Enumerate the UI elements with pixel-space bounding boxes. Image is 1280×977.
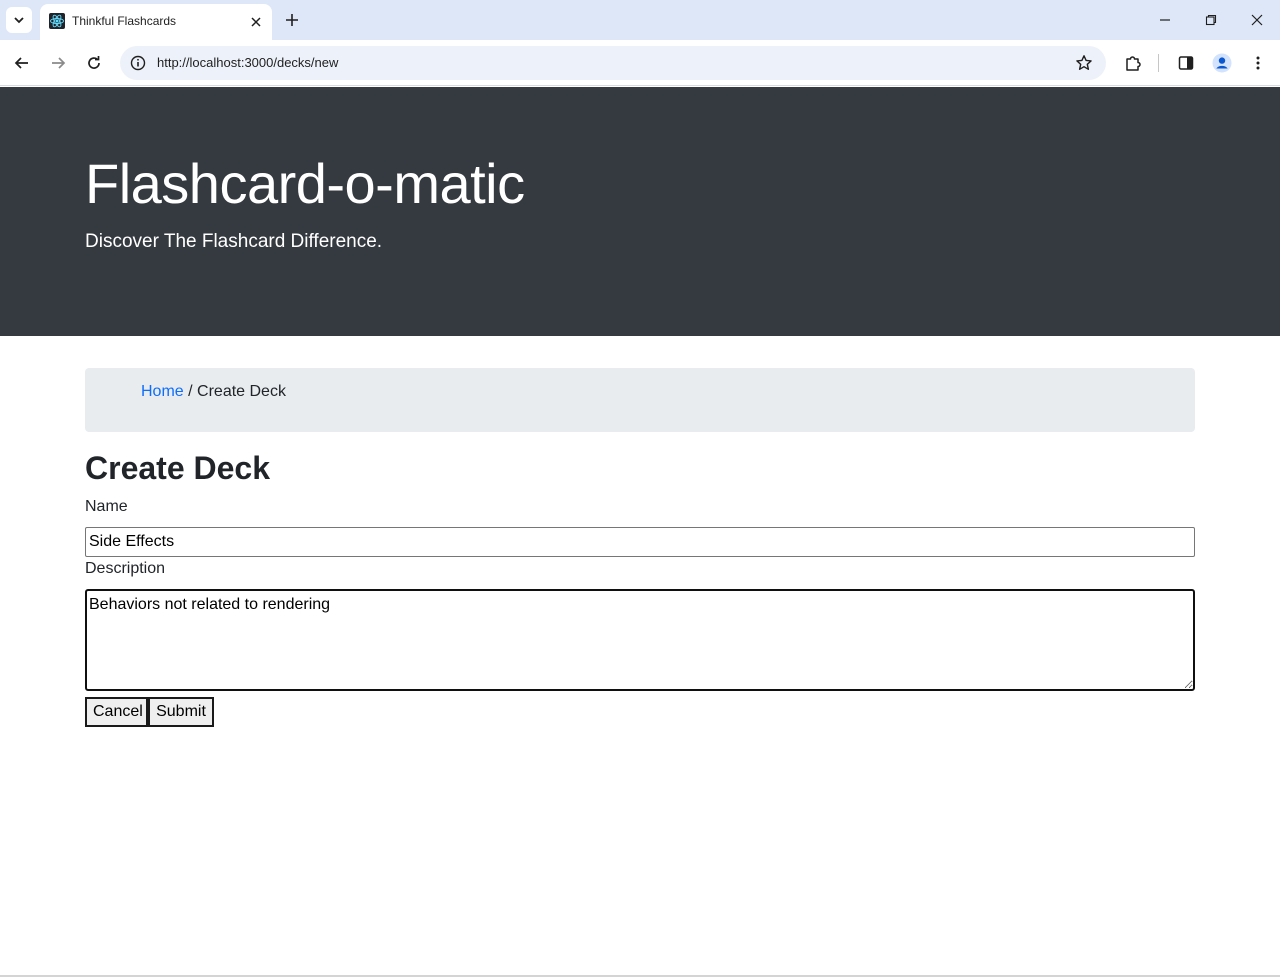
reload-icon: [88, 56, 100, 69]
arrow-right-icon: [52, 57, 66, 69]
description-label: Description: [85, 560, 166, 577]
reload-button[interactable]: [80, 49, 108, 77]
back-button[interactable]: [8, 49, 36, 77]
forward-button[interactable]: [44, 49, 72, 77]
puzzle-icon: [1126, 56, 1141, 71]
browser-tabstrip: Thinkful Flashcards: [0, 0, 1280, 40]
breadcrumb: Home / Create Deck: [85, 368, 1195, 432]
side-panel-button[interactable]: [1172, 49, 1200, 77]
app-title: Flashcard-o-matic: [85, 152, 525, 215]
header-jumbotron: Flashcard-o-matic Discover The Flashcard…: [0, 87, 1280, 336]
page-title: Create Deck: [85, 450, 270, 486]
chevron-down-icon: [14, 17, 24, 24]
description-textarea[interactable]: Behaviors not related to rendering: [85, 589, 1195, 691]
breadcrumb-current: Create Deck: [197, 383, 286, 400]
profile-icon: [1212, 53, 1232, 73]
new-tab-button[interactable]: [280, 8, 304, 32]
minimize-icon: [1160, 19, 1170, 21]
submit-button[interactable]: Submit: [148, 697, 214, 727]
plus-icon: [286, 14, 298, 26]
tab-search-button[interactable]: [6, 7, 32, 33]
window-restore-button[interactable]: [1188, 0, 1234, 40]
kebab-menu-icon: [1256, 56, 1260, 70]
site-info-button[interactable]: [128, 53, 148, 73]
window-minimize-button[interactable]: [1142, 0, 1188, 40]
restore-icon: [1205, 14, 1217, 26]
app-tagline: Discover The Flashcard Difference.: [85, 231, 383, 252]
breadcrumb-home-link[interactable]: Home: [141, 383, 184, 400]
react-atom-icon: [49, 13, 65, 29]
close-icon: [1251, 14, 1263, 26]
bookmark-button[interactable]: [1074, 53, 1094, 73]
profile-button[interactable]: [1208, 49, 1236, 77]
extensions-button[interactable]: [1119, 49, 1147, 77]
cancel-button[interactable]: Cancel: [85, 697, 148, 727]
name-input[interactable]: [85, 527, 1195, 557]
breadcrumb-separator: /: [188, 383, 198, 400]
side-panel-icon: [1178, 56, 1194, 70]
star-icon: [1076, 55, 1092, 70]
close-icon: [251, 17, 261, 27]
browser-tab-active[interactable]: Thinkful Flashcards: [40, 4, 272, 40]
tab-close-button[interactable]: [246, 12, 266, 32]
breadcrumb-list: Home / Create Deck: [141, 383, 286, 401]
browser-menu-button[interactable]: [1244, 49, 1272, 77]
window-close-button[interactable]: [1234, 0, 1280, 40]
toolbar-divider: [1158, 54, 1159, 72]
tab-title: Thinkful Flashcards: [72, 14, 177, 28]
browser-toolbar: http://localhost:3000/decks/new: [0, 40, 1280, 86]
info-icon: [130, 55, 146, 71]
address-bar[interactable]: http://localhost:3000/decks/new: [120, 46, 1106, 80]
arrow-left-icon: [14, 57, 28, 69]
name-label: Name: [85, 498, 128, 515]
url-text[interactable]: http://localhost:3000/decks/new: [157, 55, 338, 70]
